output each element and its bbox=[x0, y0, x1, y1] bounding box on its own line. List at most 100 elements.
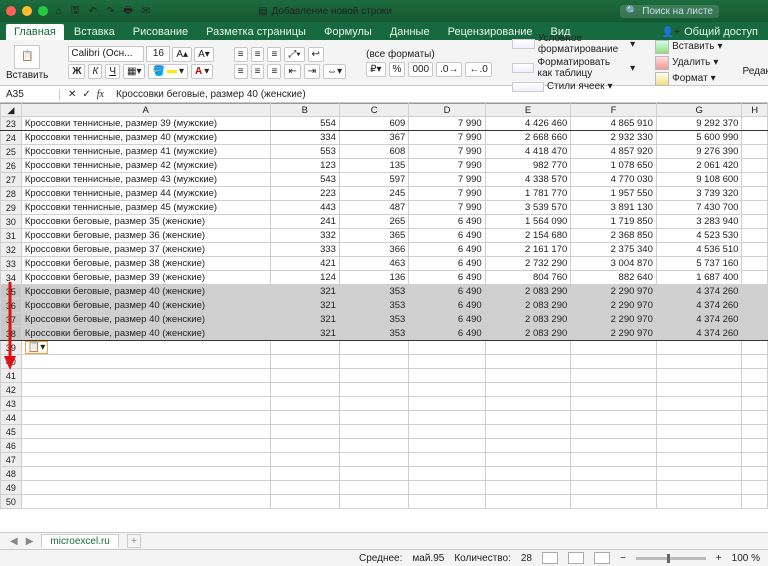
row-header[interactable]: 25 bbox=[1, 145, 22, 159]
table-row[interactable]: 40 bbox=[1, 355, 768, 369]
table-row[interactable]: 35 Кроссовки беговые, размер 40 (женские… bbox=[1, 285, 768, 299]
cell[interactable]: 124 bbox=[270, 271, 339, 285]
conditional-format-button[interactable]: Условное форматирование bbox=[538, 33, 627, 55]
align-right[interactable]: ≡ bbox=[267, 64, 281, 79]
cell[interactable] bbox=[656, 355, 742, 369]
align-bot[interactable]: ≡ bbox=[267, 47, 281, 62]
table-row[interactable]: 26 Кроссовки теннисные, размер 42 (мужск… bbox=[1, 159, 768, 173]
cell[interactable] bbox=[270, 383, 339, 397]
cell[interactable]: 443 bbox=[270, 201, 339, 215]
cell[interactable]: 135 bbox=[339, 159, 408, 173]
cell[interactable]: 6 490 bbox=[409, 299, 485, 313]
view-normal-button[interactable] bbox=[542, 552, 558, 564]
zoom-value[interactable]: 100 % bbox=[732, 553, 760, 564]
cell[interactable] bbox=[742, 145, 768, 159]
cell[interactable]: 1 078 650 bbox=[571, 159, 657, 173]
cell[interactable]: 2 290 970 bbox=[571, 313, 657, 327]
cell[interactable]: 6 490 bbox=[409, 257, 485, 271]
cell[interactable] bbox=[742, 285, 768, 299]
font-name-select[interactable]: Calibri (Осн... bbox=[68, 46, 144, 62]
cell[interactable] bbox=[485, 369, 571, 383]
row-header[interactable]: 49 bbox=[1, 481, 22, 495]
cell[interactable] bbox=[742, 201, 768, 215]
table-row[interactable]: 31 Кроссовки беговые, размер 36 (женские… bbox=[1, 229, 768, 243]
sheet-tab[interactable]: microexcel.ru bbox=[41, 534, 118, 548]
cell[interactable] bbox=[571, 453, 657, 467]
cell[interactable] bbox=[270, 467, 339, 481]
cell[interactable] bbox=[409, 425, 485, 439]
dec-decimal[interactable]: ←.0 bbox=[465, 62, 491, 77]
ribbon-tab-3[interactable]: Разметка страницы bbox=[198, 24, 314, 40]
cell[interactable]: 2 083 290 bbox=[485, 313, 571, 327]
table-row[interactable]: 50 bbox=[1, 495, 768, 509]
cell[interactable]: 4 523 530 bbox=[656, 229, 742, 243]
cell[interactable] bbox=[571, 411, 657, 425]
spreadsheet-grid[interactable]: ◢ABCDEFGH23 Кроссовки теннисные, размер … bbox=[0, 103, 768, 532]
cell[interactable]: 332 bbox=[270, 229, 339, 243]
cell[interactable]: 4 770 030 bbox=[571, 173, 657, 187]
cell[interactable] bbox=[742, 481, 768, 495]
cell[interactable]: 6 490 bbox=[409, 243, 485, 257]
cell[interactable] bbox=[21, 481, 270, 495]
table-row[interactable]: 42 bbox=[1, 383, 768, 397]
add-sheet-button[interactable]: + bbox=[127, 534, 141, 548]
cell[interactable] bbox=[339, 355, 408, 369]
cell[interactable] bbox=[742, 467, 768, 481]
cell[interactable]: 5 600 990 bbox=[656, 131, 742, 145]
cancel-formula-icon[interactable]: ✕ bbox=[68, 89, 76, 100]
row-header[interactable]: 48 bbox=[1, 467, 22, 481]
cell[interactable] bbox=[742, 355, 768, 369]
cell[interactable] bbox=[339, 425, 408, 439]
cell[interactable]: 3 739 320 bbox=[656, 187, 742, 201]
cell[interactable] bbox=[409, 369, 485, 383]
cell[interactable] bbox=[742, 215, 768, 229]
bold-button[interactable]: Ж bbox=[68, 64, 85, 79]
cell[interactable]: 2 732 290 bbox=[485, 257, 571, 271]
cell[interactable]: 6 490 bbox=[409, 327, 485, 341]
cell[interactable]: Кроссовки беговые, размер 40 (женские) bbox=[21, 313, 270, 327]
row-header[interactable]: 50 bbox=[1, 495, 22, 509]
cell[interactable] bbox=[339, 383, 408, 397]
cell[interactable] bbox=[656, 383, 742, 397]
table-row[interactable]: 37 Кроссовки беговые, размер 40 (женские… bbox=[1, 313, 768, 327]
table-row[interactable]: 46 bbox=[1, 439, 768, 453]
cell[interactable]: 543 bbox=[270, 173, 339, 187]
table-row[interactable]: 25 Кроссовки теннисные, размер 41 (мужск… bbox=[1, 145, 768, 159]
cell[interactable]: Кроссовки теннисные, размер 44 (мужские) bbox=[21, 187, 270, 201]
cell[interactable]: 7 990 bbox=[409, 187, 485, 201]
cell[interactable]: 804 760 bbox=[485, 271, 571, 285]
indent-dec[interactable]: ⇤ bbox=[284, 64, 300, 79]
delete-cells-button[interactable]: Удалить bbox=[672, 57, 710, 68]
cell[interactable] bbox=[409, 397, 485, 411]
cell[interactable] bbox=[409, 355, 485, 369]
table-row[interactable]: 34 Кроссовки беговые, размер 39 (женские… bbox=[1, 271, 768, 285]
table-row[interactable]: 24 Кроссовки теннисные, размер 40 (мужск… bbox=[1, 131, 768, 145]
row-header[interactable]: 47 bbox=[1, 453, 22, 467]
row-header[interactable]: 43 bbox=[1, 397, 22, 411]
cell[interactable]: 4 374 260 bbox=[656, 285, 742, 299]
cell[interactable] bbox=[571, 397, 657, 411]
cell[interactable]: 597 bbox=[339, 173, 408, 187]
cell[interactable] bbox=[21, 453, 270, 467]
cell[interactable]: 1 957 550 bbox=[571, 187, 657, 201]
table-row[interactable]: 45 bbox=[1, 425, 768, 439]
row-header[interactable]: 44 bbox=[1, 411, 22, 425]
cell[interactable] bbox=[571, 467, 657, 481]
cell[interactable] bbox=[339, 467, 408, 481]
cell[interactable] bbox=[571, 495, 657, 509]
ribbon-tab-0[interactable]: Главная bbox=[6, 24, 64, 40]
cell[interactable] bbox=[742, 327, 768, 341]
cell[interactable] bbox=[339, 481, 408, 495]
cell[interactable] bbox=[270, 439, 339, 453]
cell[interactable] bbox=[409, 383, 485, 397]
cell[interactable] bbox=[485, 495, 571, 509]
zoom-in-button[interactable]: + bbox=[716, 553, 722, 564]
ribbon-tab-2[interactable]: Рисование bbox=[125, 24, 196, 40]
cell[interactable]: 2 932 330 bbox=[571, 131, 657, 145]
formula-input[interactable]: Кроссовки беговые, размер 40 (женские) bbox=[112, 89, 768, 100]
table-row[interactable]: 43 bbox=[1, 397, 768, 411]
cell[interactable]: 3 539 570 bbox=[485, 201, 571, 215]
cell[interactable]: 6 490 bbox=[409, 271, 485, 285]
cell[interactable]: 554 bbox=[270, 117, 339, 131]
cell[interactable]: 421 bbox=[270, 257, 339, 271]
